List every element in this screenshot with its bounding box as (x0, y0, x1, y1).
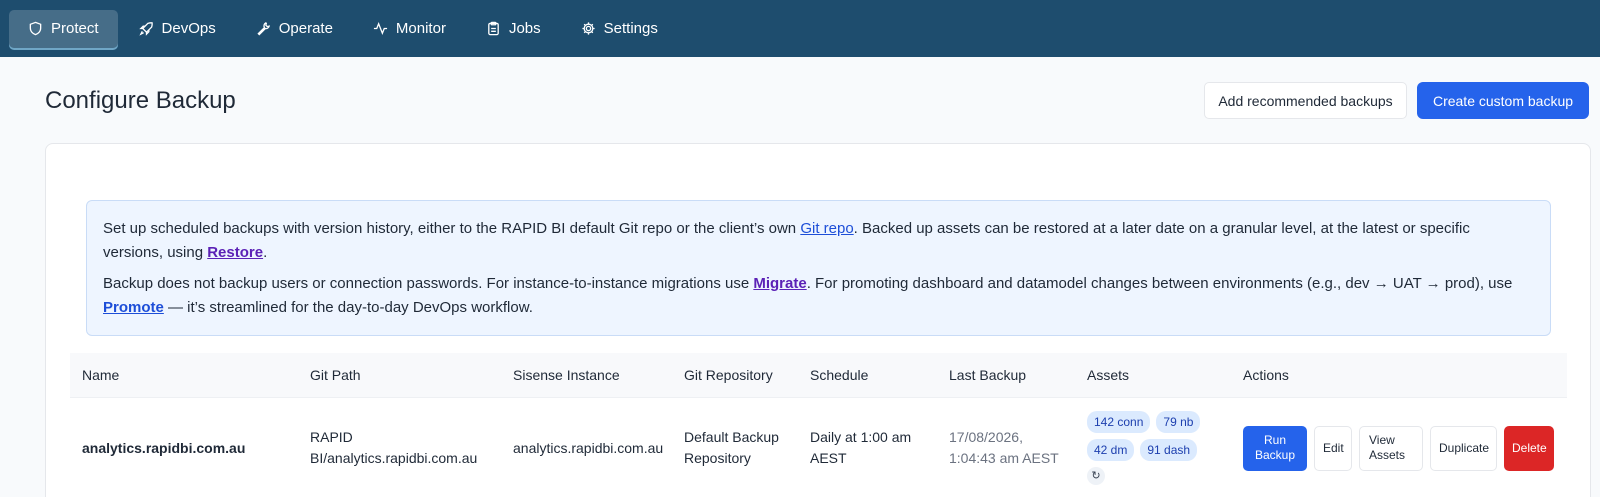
sisense-instance-cell: analytics.rapidbi.com.au (513, 439, 664, 456)
schedule-line-1: Daily at 1:00 am (810, 429, 912, 445)
git-path-cell: RAPID BI/analytics.rapidbi.com.au (298, 427, 501, 469)
info-text: Backup does not backup users or connecti… (103, 275, 754, 292)
row-actions: Run Backup Edit View Assets Duplicate De… (1243, 425, 1567, 471)
top-nav: Protect DevOps Operate Monitor Jobs Sett… (0, 0, 1600, 57)
info-text: — it’s streamlined for the day-to-day De… (163, 299, 533, 316)
info-paragraph-1: Set up scheduled backups with version hi… (103, 217, 1534, 265)
assets-cell: 142 conn 79 nb 42 dm 91 dash ↻ (1075, 411, 1231, 485)
duplicate-button[interactable]: Duplicate (1430, 425, 1497, 471)
clipboard-icon (486, 21, 501, 36)
last-backup-line-1: 17/08/2026, (949, 429, 1023, 445)
run-backup-label-2: Backup (1254, 448, 1296, 462)
column-header-name[interactable]: Name (70, 367, 298, 383)
add-recommended-backups-button[interactable]: Add recommended backups (1204, 82, 1407, 119)
column-header-sisense-instance[interactable]: Sisense Instance (501, 367, 672, 383)
info-paragraph-2: Backup does not backup users or connecti… (103, 272, 1534, 320)
asset-chip-dashboards: 91 dash (1140, 439, 1198, 461)
git-repo-link[interactable]: Git repo (800, 220, 853, 237)
column-header-actions: Actions (1243, 367, 1289, 383)
schedule-line-2: AEST (810, 450, 847, 466)
column-header-schedule[interactable]: Schedule (798, 367, 937, 383)
nav-item-protect[interactable]: Protect (9, 9, 118, 48)
info-text: Set up scheduled backups with version hi… (103, 220, 801, 237)
wrench-icon (256, 21, 271, 36)
nav-item-label: Settings (603, 20, 658, 37)
view-assets-label-2: Assets (1369, 448, 1406, 462)
rocket-icon (138, 21, 154, 36)
nav-item-devops[interactable]: DevOps (120, 10, 235, 48)
asset-chip-datamodels: 42 dm (1087, 439, 1135, 461)
info-box: Set up scheduled backups with version hi… (86, 200, 1551, 336)
gear-icon (581, 21, 596, 36)
shield-icon (28, 21, 43, 36)
edit-button[interactable]: Edit (1314, 425, 1352, 471)
refresh-icon[interactable]: ↻ (1087, 467, 1105, 485)
info-text: . (263, 244, 268, 261)
nav-item-label: Jobs (508, 20, 541, 37)
schedule-cell: Daily at 1:00 am AEST (798, 427, 937, 469)
table-header: Name Git Path Sisense Instance Git Repos… (70, 353, 1567, 398)
create-custom-backup-button[interactable]: Create custom backup (1417, 82, 1589, 119)
assets-chips: 142 conn 79 nb 42 dm 91 dash ↻ (1087, 411, 1217, 485)
backup-card: Set up scheduled backups with version hi… (45, 143, 1591, 497)
git-repository-line-1: Default Backup (684, 429, 779, 445)
view-assets-button[interactable]: View Assets (1359, 425, 1423, 471)
run-backup-button[interactable]: Run Backup (1243, 425, 1307, 471)
column-header-git-path[interactable]: Git Path (298, 367, 501, 383)
last-backup-line-2: 1:04:43 am AEST (949, 450, 1059, 466)
nav-item-settings[interactable]: Settings (562, 10, 677, 48)
nav-item-label: Monitor (395, 20, 446, 37)
backup-name: analytics.rapidbi.com.au (82, 439, 246, 456)
nav-item-label: DevOps (161, 20, 216, 37)
nav-item-monitor[interactable]: Monitor (354, 10, 465, 48)
column-header-last-backup[interactable]: Last Backup (937, 367, 1075, 383)
git-repository-line-2: Repository (684, 450, 751, 466)
asset-chip-notebooks: 79 nb (1156, 411, 1201, 433)
info-text: . For promoting dashboard and datamodel … (806, 275, 1513, 292)
nav-item-operate[interactable]: Operate (237, 10, 352, 48)
last-backup-cell: 17/08/2026, 1:04:43 am AEST (937, 427, 1075, 469)
run-backup-label-1: Run (1263, 433, 1286, 447)
asset-chip-connections: 142 conn (1087, 411, 1151, 433)
column-header-assets[interactable]: Assets (1075, 367, 1231, 383)
git-repository-cell: Default Backup Repository (672, 427, 798, 469)
table-row: analytics.rapidbi.com.au RAPID BI/analyt… (70, 398, 1567, 497)
promote-link[interactable]: Promote (103, 299, 164, 316)
actions-cell: Run Backup Edit View Assets Duplicate De… (1231, 425, 1567, 471)
nav-item-label: Protect (51, 20, 99, 37)
view-assets-label-1: View (1369, 433, 1395, 447)
column-header-git-repository[interactable]: Git Repository (672, 367, 798, 383)
nav-item-jobs[interactable]: Jobs (467, 10, 560, 48)
activity-icon (373, 21, 388, 36)
migrate-link[interactable]: Migrate (753, 275, 806, 292)
git-path-line-2: BI/analytics.rapidbi.com.au (310, 450, 478, 466)
delete-button[interactable]: Delete (1504, 425, 1554, 471)
restore-link[interactable]: Restore (207, 244, 263, 261)
git-path-line-1: RAPID (310, 429, 353, 445)
backups-table: Name Git Path Sisense Instance Git Repos… (70, 353, 1567, 497)
page-title: Configure Backup (45, 87, 236, 114)
nav-item-label: Operate (278, 20, 333, 37)
